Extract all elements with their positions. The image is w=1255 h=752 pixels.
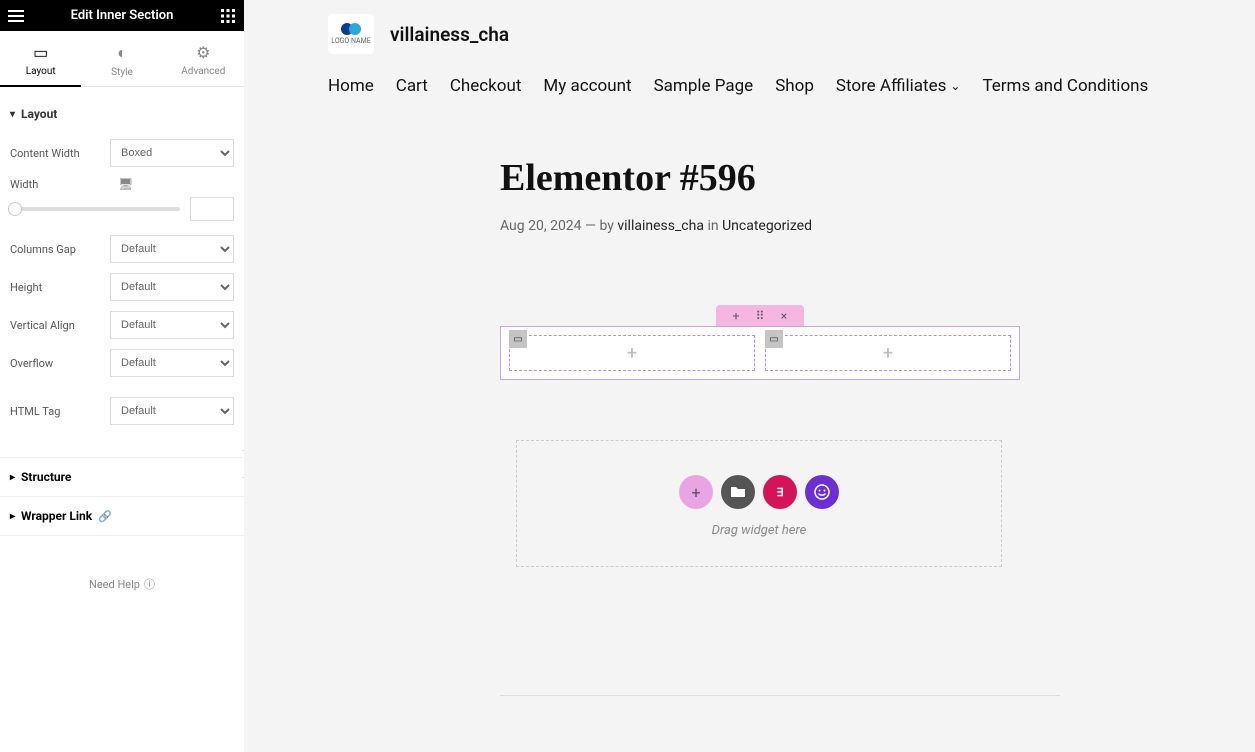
- editor-sidebar: Edit Inner Section ▭ Layout ◐ Style ⚙ Ad…: [0, 0, 244, 752]
- add-buttons-row: + ∃: [517, 475, 1001, 509]
- drag-handle-icon[interactable]: ⠿: [748, 307, 772, 325]
- sidebar-header: Edit Inner Section: [0, 0, 244, 31]
- valign-label: Vertical Align: [10, 319, 110, 332]
- wrapper-link-label: Wrapper Link: [21, 509, 92, 523]
- overflow-select[interactable]: Default: [110, 349, 234, 377]
- columns-gap-label: Columns Gap: [10, 243, 110, 256]
- meta-sep: —: [585, 218, 596, 234]
- editor-tabs: ▭ Layout ◐ Style ⚙ Advanced: [0, 31, 244, 87]
- drop-text: Drag widget here: [517, 523, 1001, 538]
- section-wrapper-link[interactable]: ▸ Wrapper Link 🔗: [0, 496, 244, 536]
- content-width-select[interactable]: Boxed: [110, 139, 234, 167]
- chevron-down-icon: ⌄: [950, 79, 960, 93]
- tab-label: Advanced: [163, 66, 244, 77]
- content-divider: [500, 695, 1060, 696]
- menu-store-affiliates[interactable]: Store Affiliates ⌄: [836, 76, 961, 96]
- global-button[interactable]: [805, 475, 839, 509]
- inner-column-2[interactable]: ▭ +: [765, 335, 1011, 371]
- site-header: LOGO NAME villainess_cha Home Cart Check…: [244, 0, 1255, 116]
- layout-panel: ▾ Layout Content Width Boxed Width 🖥 Col…: [0, 87, 244, 447]
- width-input[interactable]: [190, 197, 234, 221]
- add-widget-icon[interactable]: +: [627, 343, 637, 364]
- inner-column-1[interactable]: ▭ +: [509, 335, 755, 371]
- help-label: Need Help: [89, 578, 140, 591]
- menu-my-account[interactable]: My account: [543, 76, 631, 96]
- content-width-label: Content Width: [10, 147, 110, 160]
- menu-icon[interactable]: [0, 0, 32, 31]
- menu-home[interactable]: Home: [328, 76, 374, 96]
- style-icon: ◐: [81, 43, 162, 63]
- columns-gap-select[interactable]: Default: [110, 235, 234, 263]
- post-meta: Aug 20, 2024 — by villainess_cha in Unca…: [500, 218, 1020, 234]
- preview-canvas: LOGO NAME villainess_cha Home Cart Check…: [244, 0, 1255, 752]
- caret-down-icon: ▾: [10, 109, 15, 120]
- delete-section-button[interactable]: ×: [772, 307, 796, 325]
- menu-label: Store Affiliates: [836, 76, 946, 96]
- panel-title: Edit Inner Section: [32, 8, 212, 23]
- elementskit-button[interactable]: ∃: [763, 475, 797, 509]
- template-library-button[interactable]: [721, 475, 755, 509]
- tab-label: Layout: [0, 66, 81, 77]
- post-category-link[interactable]: Uncategorized: [722, 218, 812, 234]
- valign-select[interactable]: Default: [110, 311, 234, 339]
- widgets-grid-icon[interactable]: [212, 0, 244, 31]
- logo-text: LOGO NAME: [331, 37, 370, 45]
- overflow-label: Overflow: [10, 357, 110, 370]
- section-title: Layout: [21, 107, 57, 121]
- inner-section-editing: + ⠿ × ▭ + ▭ +: [500, 304, 1020, 380]
- section-layout-header[interactable]: ▾ Layout: [10, 99, 234, 129]
- smile-icon: [814, 484, 830, 500]
- site-title[interactable]: villainess_cha: [390, 23, 509, 46]
- column-handle-icon[interactable]: ▭: [765, 330, 783, 348]
- caret-right-icon: ▸: [10, 472, 15, 483]
- gear-icon: ⚙: [163, 43, 244, 62]
- menu-cart[interactable]: Cart: [396, 76, 428, 96]
- section-structure[interactable]: ▸ Structure: [0, 457, 244, 496]
- post-title: Elementor #596: [500, 156, 1020, 200]
- tab-label: Style: [81, 67, 162, 78]
- add-section-round-button[interactable]: +: [679, 475, 713, 509]
- desktop-icon[interactable]: 🖥: [118, 177, 133, 191]
- folder-icon: [730, 484, 746, 500]
- tab-layout[interactable]: ▭ Layout: [0, 31, 81, 86]
- add-section-button[interactable]: +: [724, 307, 748, 325]
- section-toolbar: + ⠿ ×: [500, 305, 1020, 327]
- menu-shop[interactable]: Shop: [775, 76, 814, 96]
- outer-section[interactable]: ▭ + ▭ +: [500, 326, 1020, 380]
- menu-sample-page[interactable]: Sample Page: [654, 76, 754, 96]
- add-widget-icon[interactable]: +: [883, 343, 893, 364]
- caret-right-icon: ▸: [10, 511, 15, 522]
- by-prefix: by: [599, 218, 613, 234]
- height-select[interactable]: Default: [110, 273, 234, 301]
- height-label: Height: [10, 281, 110, 294]
- help-icon: ⓘ: [144, 576, 155, 592]
- post-date: Aug 20, 2024: [500, 218, 582, 234]
- width-label: Width: [10, 178, 110, 191]
- tab-advanced[interactable]: ⚙ Advanced: [163, 31, 244, 86]
- site-logo[interactable]: LOGO NAME: [328, 14, 374, 54]
- width-slider[interactable]: [10, 207, 180, 211]
- in-prefix: in: [707, 218, 718, 234]
- htmltag-label: HTML Tag: [10, 405, 110, 418]
- main-menu: Home Cart Checkout My account Sample Pag…: [244, 54, 1255, 116]
- post-author-link[interactable]: villainess_cha: [617, 218, 704, 234]
- structure-label: Structure: [21, 470, 71, 484]
- layout-icon: ▭: [0, 43, 81, 62]
- drop-zone[interactable]: + ∃ Drag widget here: [516, 440, 1002, 567]
- htmltag-select[interactable]: Default: [110, 397, 234, 425]
- link-icon: 🔗: [98, 510, 112, 523]
- post-header: Elementor #596 Aug 20, 2024 — by villain…: [500, 116, 1020, 304]
- menu-checkout[interactable]: Checkout: [450, 76, 522, 96]
- tab-style[interactable]: ◐ Style: [81, 31, 162, 86]
- need-help[interactable]: Need Help ⓘ: [0, 576, 244, 592]
- slider-thumb[interactable]: [8, 202, 22, 216]
- column-handle-icon[interactable]: ▭: [509, 330, 527, 348]
- inner-row: ▭ + ▭ +: [509, 335, 1011, 371]
- menu-terms[interactable]: Terms and Conditions: [982, 76, 1148, 96]
